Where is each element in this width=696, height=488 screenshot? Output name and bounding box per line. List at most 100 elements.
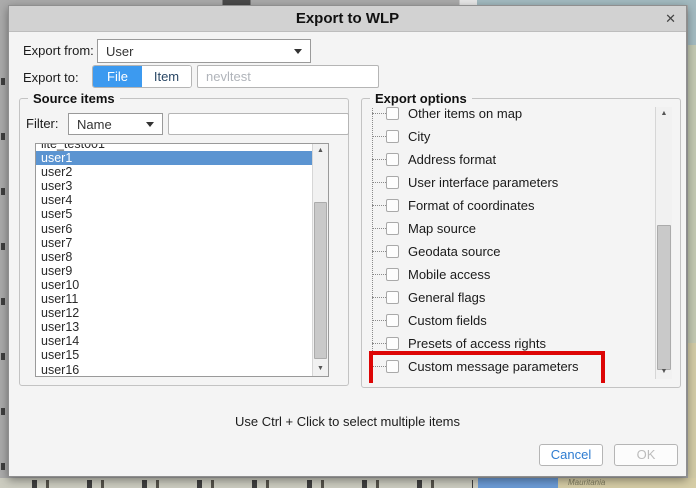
checkbox-unchecked-icon[interactable]	[386, 176, 399, 189]
scroll-down-icon[interactable]: ▼	[313, 362, 328, 376]
tree-connector	[372, 251, 386, 252]
export-from-label: Export from:	[23, 43, 94, 58]
option-label: Format of coordinates	[408, 198, 534, 213]
checkbox-unchecked-icon[interactable]	[386, 153, 399, 166]
export-from-select[interactable]: User	[97, 39, 311, 63]
export-name-input[interactable]	[197, 65, 379, 88]
checkbox-unchecked-icon[interactable]	[386, 245, 399, 258]
background-map-right-strip	[688, 5, 696, 488]
checkbox-unchecked-icon[interactable]	[386, 222, 399, 235]
chevron-down-icon	[146, 122, 154, 127]
source-items-listbox: lite_test001user1user2user3user4user5use…	[35, 143, 329, 377]
option-label: City	[408, 129, 430, 144]
list-item[interactable]: user12	[36, 306, 312, 320]
tree-connector	[372, 228, 386, 229]
source-list-scrollbar[interactable]: ▲ ▼	[312, 144, 328, 376]
export-options-group: Export options Other items on mapCityAdd…	[361, 98, 681, 388]
list-item[interactable]: user7	[36, 236, 312, 250]
background-toolbar-icons	[8, 480, 473, 488]
tree-connector	[372, 113, 386, 114]
list-item[interactable]: user2	[36, 165, 312, 179]
scrollbar-thumb[interactable]	[657, 225, 671, 370]
scroll-down-icon[interactable]: ▼	[656, 365, 672, 379]
list-item[interactable]: user4	[36, 193, 312, 207]
option-label: Geodata source	[408, 244, 501, 259]
list-item[interactable]: user1	[36, 151, 312, 165]
tree-connector	[372, 205, 386, 206]
export-to-file-button[interactable]: File	[93, 66, 142, 87]
dialog-titlebar: Export to WLP ✕	[9, 6, 686, 32]
export-to-toggle: File Item	[92, 65, 192, 88]
list-item[interactable]: user13	[36, 320, 312, 334]
option-label: Custom message parameters	[408, 359, 579, 374]
source-items-group: Source items Filter: Name lite_test001us…	[19, 98, 349, 386]
list-item[interactable]: user9	[36, 264, 312, 278]
tree-connector	[372, 182, 386, 183]
map-water-area	[478, 478, 558, 488]
list-item[interactable]: user10	[36, 278, 312, 292]
list-item[interactable]: user15	[36, 348, 312, 362]
list-item[interactable]: user6	[36, 222, 312, 236]
export-option-row[interactable]: Address format	[372, 148, 646, 171]
checkbox-unchecked-icon[interactable]	[386, 107, 399, 120]
close-icon[interactable]: ✕	[665, 6, 676, 32]
export-options-viewport: Other items on map City Address format User…	[368, 107, 646, 383]
list-item[interactable]: user5	[36, 207, 312, 221]
checkbox-unchecked-icon[interactable]	[386, 337, 399, 350]
export-option-row[interactable]: Other items on map	[372, 107, 646, 125]
list-item[interactable]: user16	[36, 363, 312, 377]
export-to-label: Export to:	[23, 70, 79, 85]
scroll-up-icon[interactable]: ▲	[656, 107, 672, 121]
source-items-legend: Source items	[28, 91, 120, 106]
tree-connector	[372, 136, 386, 137]
checkbox-unchecked-icon[interactable]	[386, 268, 399, 281]
list-item[interactable]: lite_test001	[36, 143, 312, 151]
filter-text-input[interactable]	[168, 113, 349, 135]
list-item[interactable]: user14	[36, 334, 312, 348]
export-option-row[interactable]: Format of coordinates	[372, 194, 646, 217]
map-land-area: Mauritania	[558, 478, 696, 488]
scrollbar-thumb[interactable]	[314, 202, 327, 359]
export-options-list: Other items on map City Address format User…	[368, 107, 646, 378]
multi-select-hint: Use Ctrl + Click to select multiple item…	[9, 414, 686, 429]
export-options-legend: Export options	[370, 91, 472, 106]
option-label: Presets of access rights	[408, 336, 546, 351]
tree-connector	[372, 366, 386, 367]
dialog-title: Export to WLP	[9, 6, 686, 32]
option-label: Mobile access	[408, 267, 490, 282]
cancel-button[interactable]: Cancel	[539, 444, 603, 466]
tree-connector	[372, 320, 386, 321]
option-label: Address format	[408, 152, 496, 167]
ok-button[interactable]: OK	[614, 444, 678, 466]
checkbox-unchecked-icon[interactable]	[386, 360, 399, 373]
list-item[interactable]: user3	[36, 179, 312, 193]
source-items-list: lite_test001user1user2user3user4user5use…	[36, 143, 328, 377]
export-to-wlp-dialog: Export to WLP ✕ Export from: User Export…	[8, 5, 687, 477]
export-option-row[interactable]: Custom message parameters	[372, 355, 646, 378]
options-scrollbar[interactable]: ▲ ▼	[655, 107, 672, 379]
scroll-up-icon[interactable]: ▲	[313, 144, 328, 158]
chevron-down-icon	[294, 49, 302, 54]
export-option-row[interactable]: Presets of access rights	[372, 332, 646, 355]
option-label: General flags	[408, 290, 485, 305]
checkbox-unchecked-icon[interactable]	[386, 314, 399, 327]
export-option-row[interactable]: User interface parameters	[372, 171, 646, 194]
filter-type-select[interactable]: Name	[68, 113, 163, 135]
option-label: Custom fields	[408, 313, 487, 328]
checkbox-unchecked-icon[interactable]	[386, 130, 399, 143]
list-item[interactable]: user11	[36, 292, 312, 306]
export-option-row[interactable]: Mobile access	[372, 263, 646, 286]
export-option-row[interactable]: Custom fields	[372, 309, 646, 332]
map-country-label: Mauritania	[568, 478, 605, 487]
checkbox-unchecked-icon[interactable]	[386, 291, 399, 304]
list-item[interactable]: user8	[36, 250, 312, 264]
export-option-row[interactable]: Map source	[372, 217, 646, 240]
filter-type-value: Name	[77, 117, 112, 132]
export-option-row[interactable]: General flags	[372, 286, 646, 309]
export-to-item-button[interactable]: Item	[142, 66, 191, 87]
background-bottom-strip: Mauritania	[0, 478, 696, 488]
filter-label: Filter:	[26, 116, 59, 131]
checkbox-unchecked-icon[interactable]	[386, 199, 399, 212]
export-option-row[interactable]: Geodata source	[372, 240, 646, 263]
export-option-row[interactable]: City	[372, 125, 646, 148]
